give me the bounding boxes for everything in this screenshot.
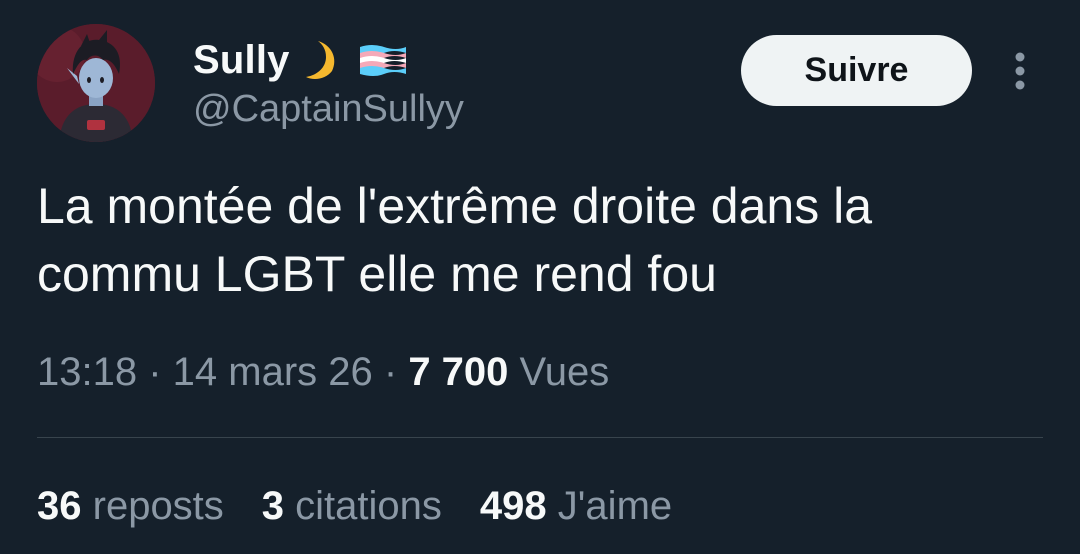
tweet: Sully @CaptainSullyy Suivre La montée de…: [0, 0, 1080, 554]
views-count: 7 700: [408, 350, 509, 394]
crescent-moon-icon: [304, 39, 340, 81]
likes-label: J'aime: [557, 484, 673, 528]
views-label: Vues: [519, 350, 610, 394]
likes-stat[interactable]: 498 J'aime: [480, 484, 672, 529]
divider: [37, 437, 1043, 438]
likes-count: 498: [479, 484, 547, 528]
quotes-label: citations: [295, 484, 442, 528]
tweet-time[interactable]: 13:18: [37, 350, 137, 394]
meta-separator: ·: [372, 350, 409, 394]
tweet-stats: 36 reposts 3 citations 498 J'aime: [37, 484, 672, 529]
display-name-row: Sully: [193, 36, 408, 84]
transgender-flag-icon: [358, 43, 408, 77]
avatar-image: [37, 24, 155, 142]
display-name[interactable]: Sully: [193, 38, 290, 83]
avatar[interactable]: [37, 24, 155, 142]
quotes-stat[interactable]: 3 citations: [262, 484, 442, 529]
follow-button[interactable]: Suivre: [741, 35, 972, 106]
reposts-label: reposts: [92, 484, 224, 528]
meta-separator: ·: [137, 350, 173, 394]
tweet-meta: 13:18 · 14 mars 26 · 7 700 Vues: [37, 350, 609, 395]
user-handle[interactable]: @CaptainSullyy: [193, 88, 464, 131]
reposts-count: 36: [37, 484, 82, 528]
quotes-count: 3: [261, 484, 285, 528]
reposts-stat[interactable]: 36 reposts: [37, 484, 224, 529]
tweet-text: La montée de l'extrême droite dans la co…: [37, 178, 873, 302]
more-options-icon[interactable]: [1006, 50, 1034, 92]
tweet-date[interactable]: 14 mars 26: [173, 350, 373, 394]
